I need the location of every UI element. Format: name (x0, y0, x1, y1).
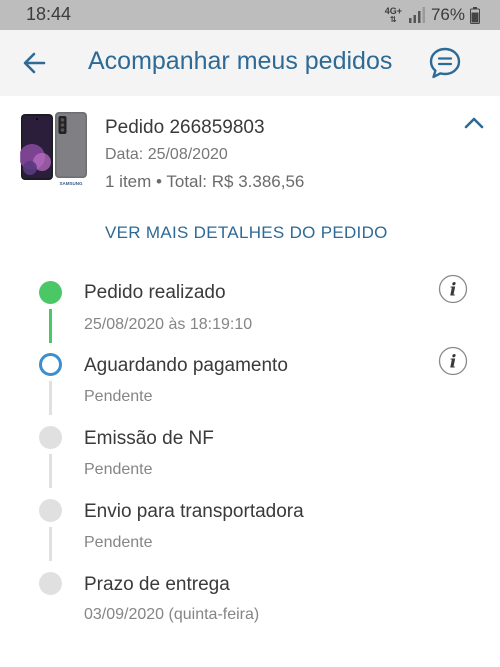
timeline-step-detail: Pendente (84, 461, 153, 478)
battery-percent: 76% (430, 5, 465, 24)
network-type-label: 4G+ ⇅ (384, 6, 402, 24)
collapse-button[interactable] (462, 114, 486, 132)
svg-text:i: i (450, 280, 457, 301)
status-icons: 4G+ ⇅ 76% (385, 5, 480, 25)
timeline-connector (49, 454, 52, 488)
order-timeline: Pedido realizado i 25/08/2020 às 18:19:1… (0, 274, 500, 667)
timeline-step-label: Pedido realizado (84, 282, 226, 303)
page-title: Acompanhar meus pedidos (88, 47, 393, 75)
svg-text:i: i (450, 352, 457, 373)
timeline-step-label: Envio para transportadora (84, 501, 304, 522)
order-details-link[interactable]: VER MAIS DETALHES DO PEDIDO (105, 223, 388, 243)
back-button[interactable] (18, 47, 52, 79)
status-done-icon (39, 281, 62, 304)
order-number: Pedido 266859803 (105, 117, 265, 138)
info-button[interactable]: i (438, 274, 468, 304)
timeline-step-detail: Pendente (84, 388, 153, 405)
app-bar: Acompanhar meus pedidos (0, 30, 500, 96)
timeline-step-label: Emissão de NF (84, 428, 214, 449)
info-button[interactable]: i (438, 346, 468, 376)
timeline-connector (49, 381, 52, 415)
order-date: Data: 25/08/2020 (105, 146, 228, 163)
status-bar: 18:44 4G+ ⇅ 76% (0, 0, 500, 30)
status-time: 18:44 (26, 4, 72, 24)
data-arrows-icon: ⇅ (389, 15, 397, 24)
timeline-step-label: Aguardando pagamento (84, 355, 288, 376)
info-icon: i (438, 346, 468, 376)
timeline-step-detail: 25/08/2020 às 18:19:10 (84, 316, 253, 333)
info-icon: i (438, 274, 468, 304)
arrow-left-icon (23, 52, 46, 74)
samsung-logo-text: SAMSUNG (59, 181, 83, 186)
chat-button[interactable] (428, 46, 462, 80)
status-pending-icon (39, 572, 62, 595)
order-total: 1 item • Total: R$ 3.386,56 (105, 172, 305, 191)
battery-icon (470, 6, 480, 24)
order-summary: SAMSUNG Pedido 266859803 Data: 25/08/202… (0, 96, 500, 274)
signal-icon (408, 7, 425, 23)
status-pending-icon (39, 426, 62, 449)
product-image: SAMSUNG (20, 112, 87, 186)
chevron-up-icon (464, 117, 484, 129)
timeline-connector (49, 527, 52, 561)
timeline-step-detail: 03/09/2020 (quinta-feira) (84, 606, 260, 623)
timeline-step-label: Prazo de entrega (84, 574, 230, 595)
timeline-connector (49, 309, 52, 343)
chat-bubble-icon (429, 47, 461, 79)
status-pending-icon (39, 499, 62, 522)
status-current-icon (39, 353, 62, 376)
timeline-step-detail: Pendente (84, 534, 153, 551)
